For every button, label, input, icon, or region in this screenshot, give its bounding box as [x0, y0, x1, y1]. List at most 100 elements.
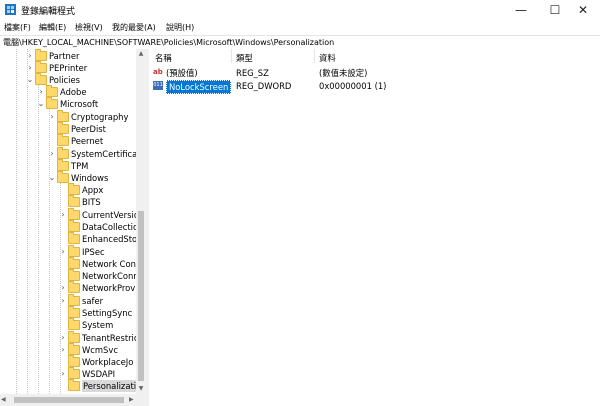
folder-icon [68, 318, 80, 330]
folder-icon [35, 61, 47, 73]
menu-bar: 檔案(F) 編輯(E) 檢視(V) 我的最愛(A) 說明(H) [0, 20, 600, 34]
tree-node-label: System [82, 320, 114, 330]
value-type: REG_SZ [236, 68, 269, 78]
tree-node-label: IPSec [82, 247, 105, 257]
menu-edit[interactable]: 編輯(E) [39, 22, 66, 33]
tree-node-label: EnhancedSto [82, 234, 138, 244]
chevron-down-icon[interactable]: ⌄ [36, 98, 46, 110]
tree-node-label: Microsoft [60, 99, 99, 109]
folder-icon [68, 220, 80, 232]
tree-node-label: Network Con [82, 259, 136, 269]
chevron-right-icon[interactable]: › [58, 282, 68, 294]
window-title: 登錄編輯程式 [21, 7, 76, 17]
value-row-selected[interactable]: 011 NoLockScreen REG_DWORD 0x00000001 (1… [149, 80, 600, 94]
menu-view[interactable]: 檢視(V) [75, 22, 103, 33]
value-type: REG_DWORD [236, 81, 292, 91]
menu-favorites[interactable]: 我的最愛(A) [112, 22, 156, 33]
menu-file[interactable]: 檔案(F) [4, 22, 31, 33]
close-button[interactable]: ✕ [566, 0, 600, 20]
column-header-data[interactable]: 資料 [319, 52, 336, 64]
tree-node-label: safer [82, 296, 104, 306]
scroll-up-icon[interactable]: ▲ [136, 49, 146, 59]
address-bar[interactable]: 電腦\HKEY_LOCAL_MACHINE\SOFTWARE\Policies\… [0, 35, 600, 50]
tree-vertical-scrollbar[interactable]: ▲ ▼ [136, 49, 146, 394]
folder-icon [68, 232, 80, 244]
tree-node-label: DataCollectic [82, 222, 138, 232]
tree-node-label: Peernet [71, 136, 104, 146]
registry-tree[interactable]: › Partner › PEPrinter ⌄ Policies › Adobe ⌄ Mi… [0, 49, 146, 394]
tree-node-label: SettingSync [82, 308, 133, 318]
tree-node-label: Adobe [60, 87, 87, 97]
tree-node-label: CurrentVersio [82, 210, 139, 220]
tree-horizontal-scrollbar[interactable]: ◀ ▶ [0, 394, 146, 406]
tree-node-label: Personalizatic [82, 380, 142, 392]
values-pane[interactable]: 名稱 類型 資料 ab (預設值) REG_SZ (數值未設定) 011 NoL… [149, 49, 600, 406]
folder-icon [35, 73, 47, 85]
scroll-thumb[interactable] [14, 397, 124, 403]
tree-node-label: TPM [71, 161, 89, 171]
chevron-right-icon[interactable]: › [58, 332, 68, 344]
chevron-right-icon[interactable]: › [58, 344, 68, 356]
folder-icon [68, 269, 80, 281]
tree-node-label: WSDAPI [82, 369, 116, 379]
tree-node-label: SystemCertificat [71, 149, 141, 159]
column-divider[interactable] [314, 49, 315, 63]
folder-icon [68, 183, 80, 195]
folder-icon [68, 208, 80, 220]
scroll-right-icon[interactable]: ▶ [129, 394, 134, 406]
value-name: NoLockScreen [166, 80, 232, 94]
folder-icon [57, 147, 69, 159]
value-row[interactable]: ab (預設值) REG_SZ (數值未設定) [149, 67, 600, 80]
address-path[interactable]: 電腦\HKEY_LOCAL_MACHINE\SOFTWARE\Policies\… [3, 37, 334, 48]
chevron-down-icon[interactable]: ⌄ [25, 74, 35, 86]
chevron-right-icon[interactable]: › [47, 148, 57, 160]
folder-icon [68, 331, 80, 343]
folder-icon [57, 159, 69, 171]
chevron-right-icon[interactable]: › [47, 111, 57, 123]
chevron-right-icon[interactable]: › [25, 62, 35, 74]
title-bar: 登錄編輯程式 — ☐ ✕ [0, 0, 600, 20]
scroll-left-icon[interactable]: ◀ [1, 394, 6, 406]
folder-icon [68, 245, 80, 257]
folder-icon [68, 294, 80, 306]
folder-icon [68, 343, 80, 355]
column-header-name[interactable]: 名稱 [155, 52, 172, 64]
chevron-right-icon[interactable]: › [58, 209, 68, 221]
column-header-type[interactable]: 類型 [236, 52, 253, 64]
folder-icon [68, 379, 80, 391]
column-divider[interactable] [231, 49, 232, 63]
value-data: 0x00000001 (1) [319, 81, 387, 91]
tree-node-label: Policies [49, 75, 80, 85]
chevron-right-icon[interactable]: › [58, 295, 68, 307]
chevron-right-icon[interactable]: › [36, 86, 46, 98]
folder-icon [46, 97, 58, 109]
scroll-down-icon[interactable]: ▼ [136, 384, 146, 394]
folder-icon [57, 110, 69, 122]
tree-node-label: NetworkProvi [82, 283, 138, 293]
folder-icon [57, 134, 69, 146]
scroll-thumb[interactable] [138, 211, 144, 381]
binary-value-icon: 011 [153, 81, 163, 90]
tree-node-label: WorkplaceJo [82, 357, 134, 367]
chevron-down-icon[interactable]: ⌄ [47, 172, 57, 184]
chevron-right-icon[interactable]: › [58, 246, 68, 258]
tree-node-label: Windows [71, 173, 109, 183]
chevron-right-icon[interactable]: › [58, 368, 68, 380]
folder-icon [68, 257, 80, 269]
chevron-right-icon[interactable]: › [25, 50, 35, 62]
menu-help[interactable]: 說明(H) [166, 22, 194, 33]
folder-icon [68, 195, 80, 207]
tree-node-label: NetworkConn [82, 271, 139, 281]
minimize-button[interactable]: — [504, 0, 538, 20]
folder-icon [57, 122, 69, 134]
folder-icon [68, 281, 80, 293]
tree-node-label: BITS [82, 197, 101, 207]
